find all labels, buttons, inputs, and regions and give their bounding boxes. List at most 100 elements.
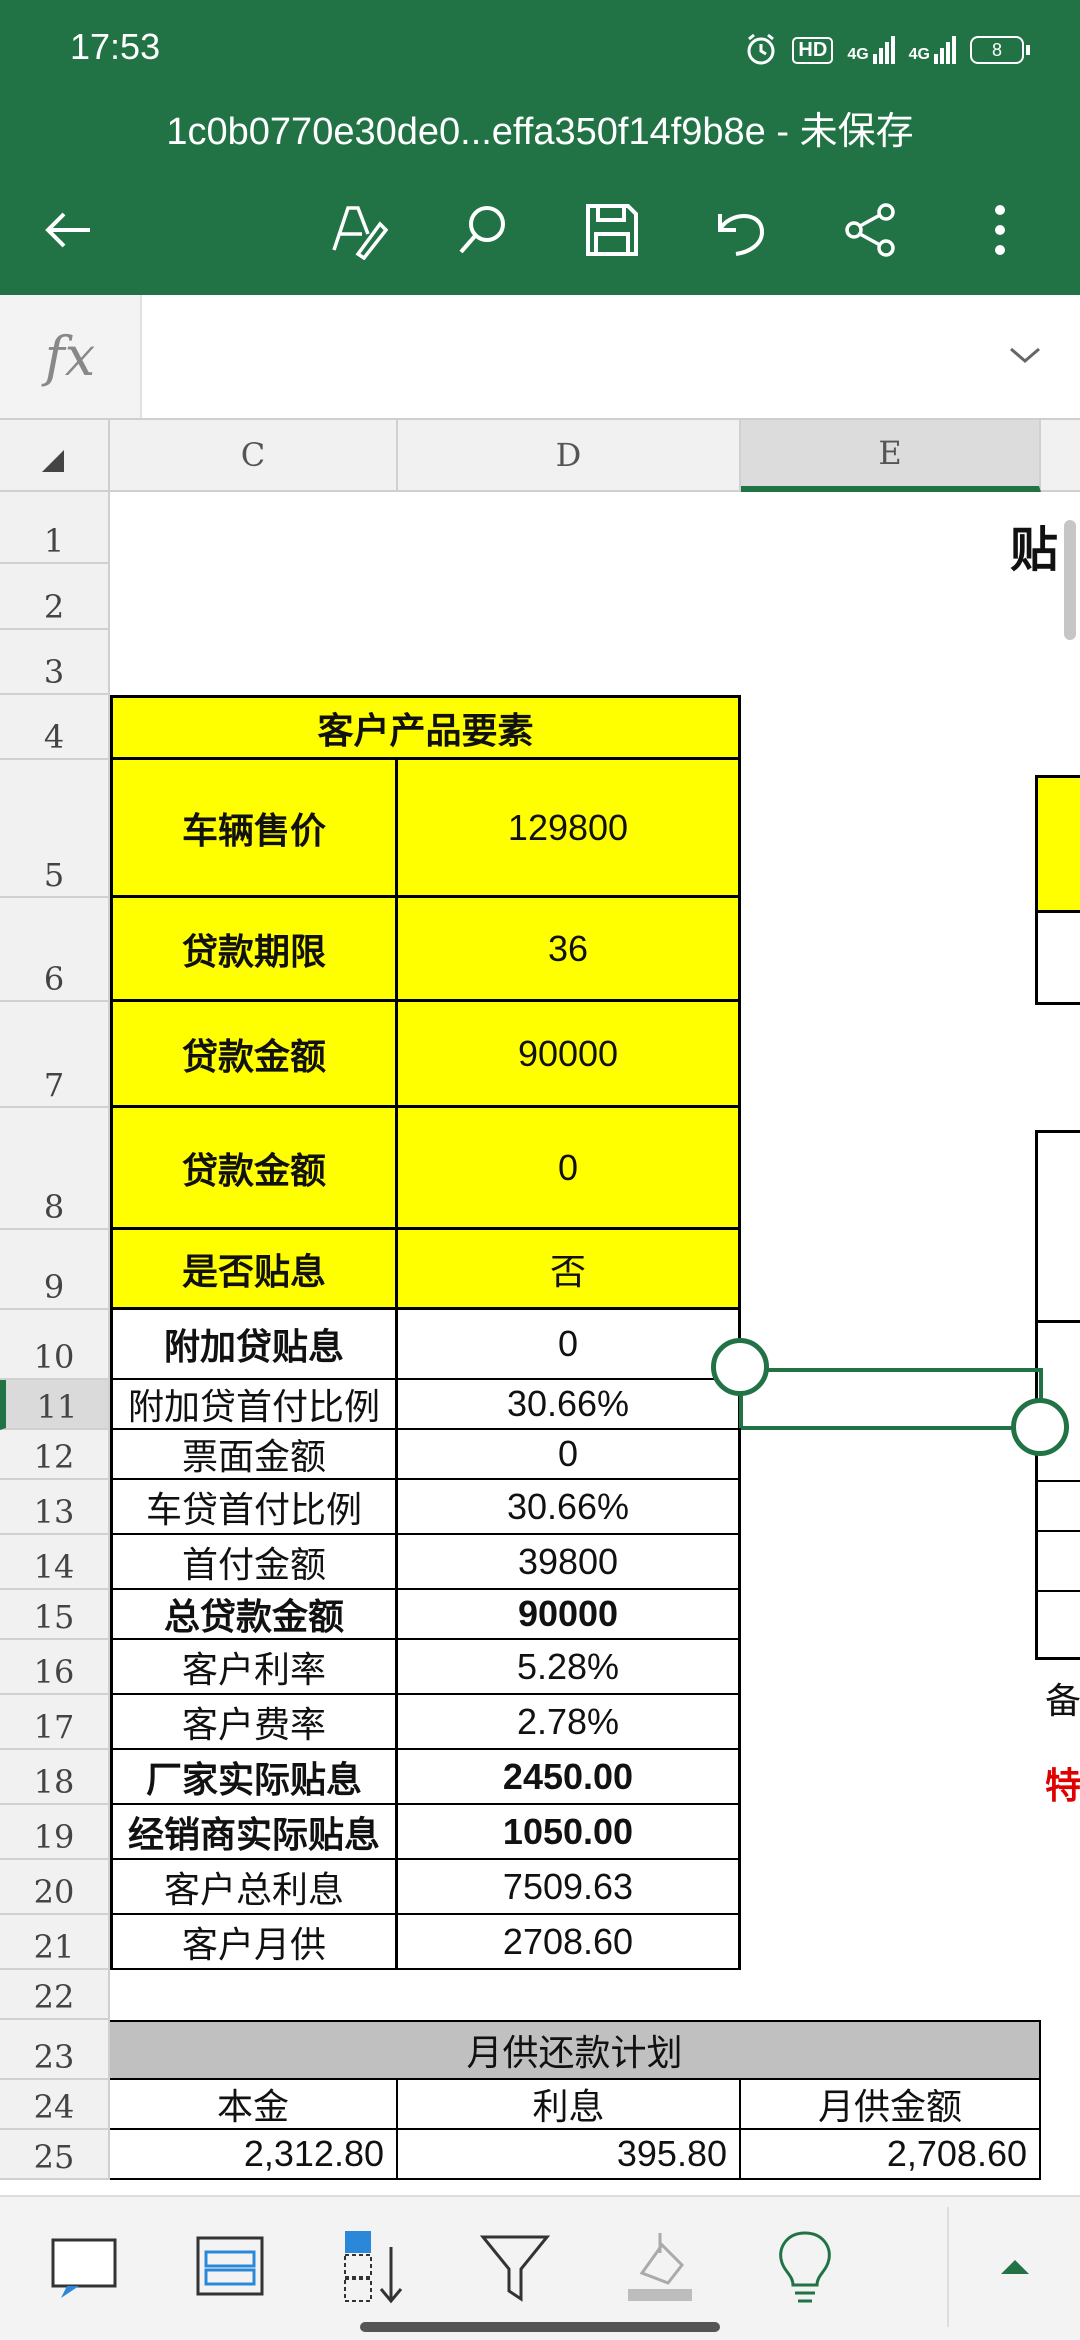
row-header-6[interactable]: 6 (0, 898, 110, 1002)
row-header-20[interactable]: 20 (0, 1860, 110, 1915)
row-header-13[interactable]: 13 (0, 1480, 110, 1535)
item-value[interactable]: 5.28% (398, 1640, 741, 1695)
row-header-17[interactable]: 17 (0, 1695, 110, 1750)
item-value[interactable]: 0 (398, 1108, 741, 1230)
item-label[interactable]: 客户利率 (110, 1640, 398, 1695)
column-header-d[interactable]: D (398, 420, 741, 492)
item-value[interactable]: 0 (398, 1430, 741, 1480)
item-label[interactable]: 车辆售价 (110, 760, 398, 898)
row-header-10[interactable]: 10 (0, 1310, 110, 1380)
undo-button[interactable] (700, 190, 780, 270)
row-header-16[interactable]: 16 (0, 1640, 110, 1695)
edit-button[interactable] (318, 190, 398, 270)
section-title[interactable]: 客户产品要素 (110, 695, 741, 760)
fill-color-icon (628, 2233, 692, 2301)
item-label[interactable]: 总贷款金额 (110, 1590, 398, 1640)
item-value[interactable]: 2450.00 (398, 1750, 741, 1805)
schedule-cell[interactable]: 2,312.80 (110, 2130, 398, 2180)
fx-icon[interactable]: fx (0, 295, 142, 418)
schedule-header-cell[interactable]: 利息 (398, 2080, 741, 2130)
schedule-cell[interactable]: 2,708.60 (741, 2130, 1041, 2180)
selection-handle-start[interactable] (711, 1338, 769, 1396)
item-label[interactable]: 附加贷贴息 (110, 1310, 398, 1380)
column-header-e[interactable]: E (741, 420, 1041, 492)
row-header-24[interactable]: 24 (0, 2080, 110, 2130)
share-button[interactable] (830, 190, 910, 270)
schedule-header-cell[interactable]: 本金 (110, 2080, 398, 2130)
right-white-box[interactable] (1035, 910, 1080, 1005)
select-all-corner[interactable] (0, 420, 110, 492)
item-value[interactable]: 否 (398, 1230, 741, 1310)
right-yellow-box[interactable] (1035, 775, 1080, 910)
row-header-3[interactable]: 3 (0, 630, 110, 695)
filter-button[interactable] (470, 2222, 560, 2312)
share-icon (845, 203, 895, 257)
item-label[interactable]: 厂家实际贴息 (110, 1750, 398, 1805)
formula-expand-button[interactable] (1000, 335, 1050, 375)
item-value[interactable]: 129800 (398, 760, 741, 898)
item-value[interactable]: 1050.00 (398, 1805, 741, 1860)
right-note-1[interactable]: 备 (1045, 1670, 1080, 1725)
row-header-11[interactable]: 11 (0, 1380, 110, 1430)
column-header-c[interactable]: C (110, 420, 398, 492)
item-value[interactable]: 7509.63 (398, 1860, 741, 1915)
row-header-4[interactable]: 4 (0, 695, 110, 760)
expand-toolbar-button[interactable] (970, 2222, 1060, 2312)
back-button[interactable] (28, 190, 108, 270)
item-value[interactable]: 2708.60 (398, 1915, 741, 1970)
schedule-header-cell[interactable]: 月供金额 (741, 2080, 1041, 2130)
item-label[interactable]: 是否贴息 (110, 1230, 398, 1310)
schedule-cell[interactable]: 395.80 (398, 2130, 741, 2180)
item-label[interactable]: 贷款期限 (110, 898, 398, 1002)
item-value[interactable]: 39800 (398, 1535, 741, 1590)
fill-color-button[interactable] (615, 2222, 705, 2312)
right-note-2[interactable]: 特 (1045, 1755, 1080, 1810)
item-value[interactable]: 36 (398, 898, 741, 1002)
item-value[interactable]: 0 (398, 1310, 741, 1380)
row-header-25[interactable]: 25 (0, 2130, 110, 2180)
row-header-21[interactable]: 21 (0, 1915, 110, 1970)
search-button[interactable] (443, 190, 523, 270)
column-header-next[interactable] (1041, 420, 1080, 492)
row-header-15[interactable]: 15 (0, 1590, 110, 1640)
row-header-5[interactable]: 5 (0, 760, 110, 898)
item-label[interactable]: 客户总利息 (110, 1860, 398, 1915)
row-header-18[interactable]: 18 (0, 1750, 110, 1805)
item-label[interactable]: 票面金额 (110, 1430, 398, 1480)
vertical-scrollbar[interactable] (1064, 520, 1076, 640)
formula-input[interactable] (150, 325, 970, 385)
row-header-19[interactable]: 19 (0, 1805, 110, 1860)
comment-button[interactable] (40, 2222, 130, 2312)
row-header-1[interactable]: 1 (0, 492, 110, 564)
spreadsheet-grid[interactable]: C D E 1 2 3 4 5 6 7 8 9 10 11 12 13 14 15 16 17 18 19 20 21 2… (0, 420, 1080, 2195)
freeze-panes-button[interactable] (185, 2222, 275, 2312)
item-value[interactable]: 30.66% (398, 1380, 741, 1430)
item-label[interactable]: 客户费率 (110, 1695, 398, 1750)
row-header-7[interactable]: 7 (0, 1002, 110, 1108)
more-button[interactable] (960, 190, 1040, 270)
item-label[interactable]: 客户月供 (110, 1915, 398, 1970)
item-value[interactable]: 30.66% (398, 1480, 741, 1535)
selection-handle-end[interactable] (1011, 1398, 1069, 1456)
row-header-2[interactable]: 2 (0, 564, 110, 630)
row-header-22[interactable]: 22 (0, 1970, 110, 2020)
item-label[interactable]: 贷款金额 (110, 1108, 398, 1230)
row-header-12[interactable]: 12 (0, 1430, 110, 1480)
sort-button[interactable] (330, 2222, 420, 2312)
item-label[interactable]: 附加贷首付比例 (110, 1380, 398, 1430)
item-value[interactable]: 90000 (398, 1590, 741, 1640)
item-label[interactable]: 首付金额 (110, 1535, 398, 1590)
item-label[interactable]: 车贷首付比例 (110, 1480, 398, 1535)
schedule-title[interactable]: 月供还款计划 (110, 2020, 1041, 2080)
row-header-14[interactable]: 14 (0, 1535, 110, 1590)
item-value[interactable]: 90000 (398, 1002, 741, 1108)
item-label[interactable]: 贷款金额 (110, 1002, 398, 1108)
row-header-9[interactable]: 9 (0, 1230, 110, 1310)
row-header-23[interactable]: 23 (0, 2020, 110, 2080)
save-button[interactable] (572, 190, 652, 270)
item-value[interactable]: 2.78% (398, 1695, 741, 1750)
tell-me-button[interactable] (760, 2222, 850, 2312)
row-header-8[interactable]: 8 (0, 1108, 110, 1230)
home-indicator[interactable] (360, 2322, 720, 2332)
item-label[interactable]: 经销商实际贴息 (110, 1805, 398, 1860)
